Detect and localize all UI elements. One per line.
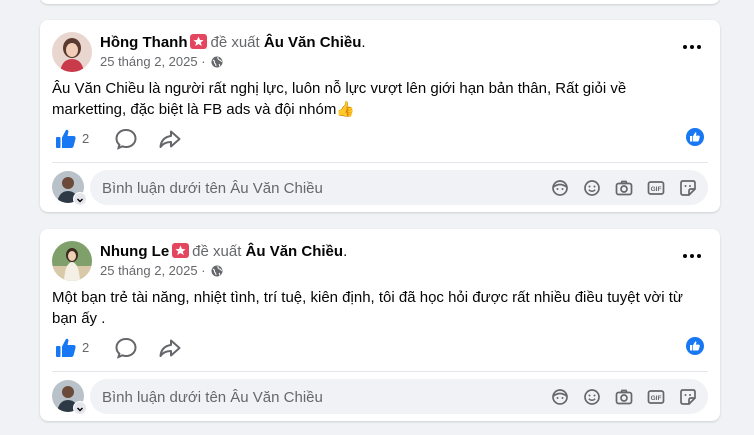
recommendation-post: Nhung Le đề xuất Âu Văn Chiều. 25 tháng 2… — [40, 229, 720, 421]
author-avatar[interactable] — [52, 32, 92, 72]
more-dots-icon[interactable] — [682, 249, 702, 261]
post-actions: 2 — [54, 336, 704, 360]
author-name[interactable]: Nhung Le — [100, 243, 169, 260]
comment-box: GIF — [90, 170, 708, 207]
post-header: Nhung Le đề xuất Âu Văn Chiều. — [100, 242, 347, 262]
post-text: Âu Văn Chiều là người rất nghị lực, luôn… — [52, 80, 631, 118]
post-date[interactable]: 25 tháng 2, 2025 — [100, 54, 198, 69]
previous-post-card — [40, 0, 720, 4]
like-count[interactable]: 2 — [82, 340, 89, 355]
more-dots-icon[interactable] — [682, 40, 702, 52]
chevron-down-icon[interactable] — [73, 192, 87, 206]
camera-icon[interactable] — [614, 178, 634, 198]
post-date[interactable]: 25 tháng 2, 2025 — [100, 263, 198, 278]
sticker-icon[interactable] — [678, 178, 698, 198]
meta-separator: · — [197, 263, 210, 278]
comment-bubble-icon[interactable] — [114, 336, 138, 365]
share-arrow-icon[interactable] — [158, 127, 182, 156]
post-verb: đề xuất — [192, 243, 242, 260]
like-reaction-icon[interactable] — [686, 337, 704, 355]
divider — [52, 162, 708, 163]
avatar-sticker-icon[interactable] — [550, 387, 570, 407]
svg-text:GIF: GIF — [651, 186, 662, 193]
thumbs-up-icon[interactable] — [54, 336, 78, 365]
comment-input[interactable] — [100, 379, 544, 416]
recommended-page-link[interactable]: Âu Văn Chiều — [264, 34, 362, 51]
comment-input[interactable] — [100, 170, 544, 207]
recommended-page-link[interactable]: Âu Văn Chiều — [246, 243, 344, 260]
author-avatar[interactable] — [52, 241, 92, 281]
post-text: Một bạn trẻ tài năng, nhiệt tình, trí tu… — [52, 289, 688, 327]
svg-text:GIF: GIF — [651, 395, 662, 402]
like-reaction-icon[interactable] — [686, 128, 704, 146]
comment-box: GIF — [90, 379, 708, 416]
emoji-icon[interactable] — [582, 178, 602, 198]
emoji-icon[interactable] — [582, 387, 602, 407]
comment-bubble-icon[interactable] — [114, 127, 138, 156]
header-period: . — [361, 34, 366, 51]
header-period: . — [343, 243, 348, 260]
post-meta: 25 tháng 2, 2025 · — [100, 263, 223, 280]
globe-icon[interactable] — [211, 265, 223, 280]
camera-icon[interactable] — [614, 387, 634, 407]
sticker-icon[interactable] — [678, 387, 698, 407]
globe-icon[interactable] — [211, 56, 223, 71]
recommendation-post: Hồng Thanh đề xuất Âu Văn Chiều. 25 tháng… — [40, 20, 720, 212]
post-header: Hồng Thanh đề xuất Âu Văn Chiều. — [100, 33, 366, 53]
share-arrow-icon[interactable] — [158, 336, 182, 365]
gif-icon[interactable]: GIF — [646, 387, 666, 407]
recommend-badge-icon — [190, 34, 208, 49]
gif-icon[interactable]: GIF — [646, 178, 666, 198]
like-count[interactable]: 2 — [82, 131, 89, 146]
recommend-badge-icon — [172, 243, 190, 258]
post-meta: 25 tháng 2, 2025 · — [100, 54, 223, 71]
meta-separator: · — [197, 54, 210, 69]
chevron-down-icon[interactable] — [73, 401, 87, 415]
post-actions: 2 — [54, 127, 704, 151]
avatar-sticker-icon[interactable] — [550, 178, 570, 198]
divider — [52, 371, 708, 372]
thumbs-up-icon[interactable] — [54, 127, 78, 156]
post-verb: đề xuất — [210, 34, 260, 51]
author-name[interactable]: Hồng Thanh — [100, 34, 187, 51]
